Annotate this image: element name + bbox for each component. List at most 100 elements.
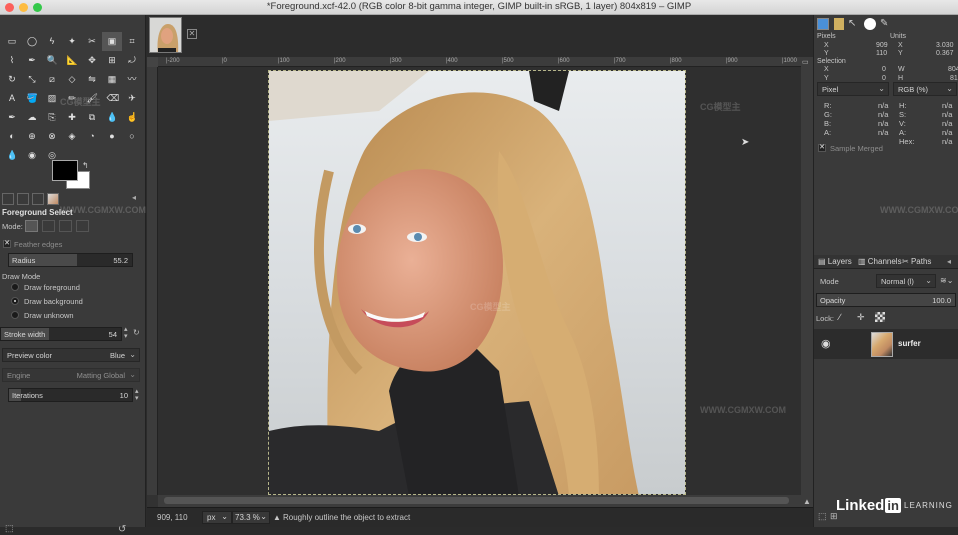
save-options-icon[interactable]: ⬚ (5, 523, 14, 534)
reset-options-icon[interactable]: ↺ (118, 524, 126, 535)
tool-options-tab-icon[interactable] (2, 193, 14, 205)
bucket-fill-icon[interactable]: 🪣 (22, 89, 42, 108)
scroll-up-icon[interactable]: ▲ (803, 497, 811, 506)
zoom-follow-icon[interactable]: ▭ (802, 58, 809, 66)
perspective-clone-icon[interactable]: ⧉ (82, 108, 102, 127)
dock-menu-icon[interactable]: ◂ (947, 257, 951, 266)
layer-mode-switch-icon[interactable]: ≋⌄ (940, 276, 953, 285)
ruler-corner[interactable] (147, 57, 158, 67)
blob-icon[interactable]: ◉ (22, 146, 42, 165)
smudge-icon[interactable]: ☝ (122, 108, 142, 127)
unit-select[interactable]: px ⌄ (202, 511, 232, 524)
warp-icon[interactable]: 〰 (122, 70, 142, 89)
vertical-scrollbar[interactable]: ▭ ▲ (801, 57, 813, 507)
eye-visibility-icon[interactable]: ◉ (821, 337, 831, 350)
device-status-tab-icon[interactable] (17, 193, 29, 205)
clone-icon[interactable]: ⎘ (42, 108, 62, 127)
draw-foreground-radio[interactable] (11, 283, 19, 291)
foreground-icon[interactable]: ● (102, 127, 122, 146)
image-tab-thumbnail[interactable] (149, 17, 182, 53)
iterations-stepper-icon[interactable]: ▴ ▾ (135, 388, 139, 402)
stroke-reset-icon[interactable]: ↻ (133, 328, 140, 337)
radius-spinner[interactable]: Radius 55.2 (8, 253, 133, 267)
rgb-mode-combo[interactable]: RGB (%) ⌄ (893, 82, 957, 96)
layer-mode-combo[interactable]: Normal (l) ⌄ (876, 274, 936, 288)
dodge-icon[interactable]: ◐ (2, 127, 22, 146)
draw-background-radio[interactable] (11, 297, 19, 305)
brush-tab-icon[interactable]: ✎ (880, 18, 888, 29)
handle-transform-icon[interactable]: ⊗ (42, 127, 62, 146)
stroke-width-spinner[interactable]: Stroke width 54 (0, 327, 122, 341)
scroll-thumb[interactable] (164, 497, 789, 504)
heal-icon[interactable]: ✚ (62, 108, 82, 127)
layer-thumbnail[interactable] (871, 332, 893, 357)
shear-icon[interactable]: ⧄ (42, 70, 62, 89)
preview-color-combo[interactable]: Preview color Blue ⌄ (2, 348, 140, 362)
new-layer-icon[interactable]: ⬚ (818, 511, 827, 522)
drop-icon[interactable]: 💧 (2, 146, 22, 165)
zoom-icon[interactable]: 🔍 (42, 51, 62, 70)
sample-icon[interactable]: ◔ (82, 127, 102, 146)
unified-transform-icon[interactable]: ⊕ (22, 127, 42, 146)
pixel-mode-combo[interactable]: Pixel ⌄ (817, 82, 889, 96)
tab-channels[interactable]: ▥ Channels (858, 257, 902, 266)
foreground-color-swatch-top[interactable] (52, 160, 78, 181)
paths-icon[interactable]: ⌇ (2, 51, 22, 70)
eraser-icon[interactable]: ⌫ (102, 89, 122, 108)
draw-unknown-radio[interactable] (11, 311, 19, 319)
stroke-stepper-icon[interactable]: ▴ ▾ (124, 326, 128, 340)
color-picker-icon[interactable]: ✒ (22, 51, 42, 70)
crop-icon[interactable]: ⌗ (122, 32, 142, 51)
zoom-select[interactable]: 73.3 % ⌄ (232, 511, 270, 524)
free-select-icon[interactable]: ϟ (42, 32, 62, 51)
photo-surfer[interactable] (268, 70, 686, 495)
layer-name[interactable]: surfer (898, 339, 921, 348)
mode-subtract-icon[interactable] (59, 220, 72, 232)
blend-icon[interactable]: ▨ (42, 89, 62, 108)
swap-colors-icon[interactable]: ↰ (82, 161, 89, 170)
tab-paths[interactable]: ✂ Paths (902, 257, 931, 266)
cage-icon[interactable]: ▦ (102, 70, 122, 89)
images-tab-icon[interactable] (47, 193, 59, 205)
flip-icon[interactable]: ⇋ (82, 70, 102, 89)
close-tab-icon[interactable]: ✕ (187, 29, 197, 39)
vertical-ruler[interactable] (147, 67, 158, 495)
tab-layers[interactable]: ▤ Layers (818, 257, 852, 266)
sample-merged-checkbox[interactable]: ✕ (818, 144, 826, 152)
align-icon[interactable]: ⊞ (102, 51, 122, 70)
mode-replace-icon[interactable] (25, 220, 38, 232)
engine-combo[interactable]: Engine Matting Global ⌄ (2, 368, 140, 382)
undo-history-tab-icon[interactable] (32, 193, 44, 205)
lock-alpha-icon[interactable] (875, 312, 885, 322)
blur-icon[interactable]: 💧 (102, 108, 122, 127)
measure-icon[interactable]: 📐 (62, 51, 82, 70)
background-icon[interactable]: ○ (122, 127, 142, 146)
pointer-tab-icon[interactable] (817, 18, 829, 30)
dock-menu-icon[interactable]: ◂ (132, 193, 136, 202)
fuzzy-select-icon[interactable]: ✦ (62, 32, 82, 51)
ink-icon[interactable]: ✒ (2, 108, 22, 127)
gegl-icon[interactable]: ◈ (62, 127, 82, 146)
foreground-select-icon[interactable]: ▣ (102, 32, 122, 51)
iterations-spinner[interactable]: Iterations 10 (8, 388, 133, 402)
scale-icon[interactable]: ⤡ (22, 70, 42, 89)
mypaint-icon[interactable]: ☁ (22, 108, 42, 127)
mode-add-icon[interactable] (42, 220, 55, 232)
perspective-icon[interactable]: ◇ (62, 70, 82, 89)
feather-edges-checkbox[interactable]: ✕ (3, 240, 11, 248)
opacity-spinner[interactable]: Opacity 100.0 (816, 293, 956, 307)
lock-pixels-icon[interactable]: ∕ (839, 312, 841, 322)
text-icon[interactable]: A (2, 89, 22, 108)
horizontal-scrollbar[interactable] (158, 495, 801, 507)
image-canvas[interactable]: ➤ (158, 67, 801, 495)
move-icon[interactable]: ✥ (82, 51, 102, 70)
ellipse-select-icon[interactable]: ◯ (22, 32, 42, 51)
scissors-icon[interactable]: ✂ (82, 32, 102, 51)
cursor-tab-icon[interactable]: ↖ (848, 18, 856, 29)
airbrush-icon[interactable]: ✈ (122, 89, 142, 108)
rect-select-icon[interactable]: ▭ (2, 32, 22, 51)
sample-points-tab-icon[interactable] (864, 18, 876, 30)
lock-position-icon[interactable]: ✛ (857, 312, 865, 323)
histogram-tab-icon[interactable] (834, 18, 844, 30)
mode-intersect-icon[interactable] (76, 220, 89, 232)
